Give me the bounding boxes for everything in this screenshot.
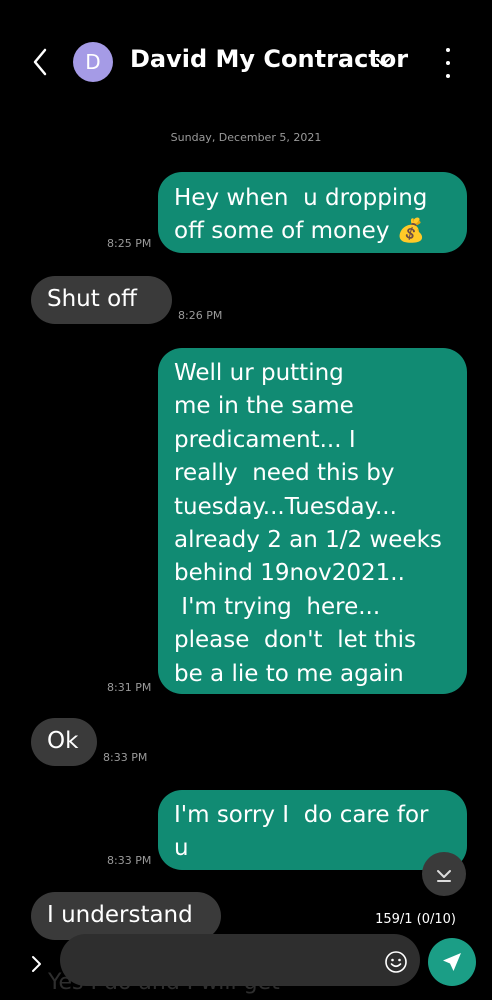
message-input[interactable] [60, 934, 420, 986]
send-icon [443, 953, 461, 971]
smiley-icon [385, 951, 407, 973]
date-separator: Sunday, December 5, 2021 [170, 131, 322, 144]
message-bubble-incoming[interactable]: Shut off [31, 276, 172, 324]
message-time: 8:25 PM [107, 237, 152, 250]
chevron-left-icon [33, 48, 47, 76]
arrow-down-icon [437, 870, 451, 882]
avatar[interactable]: D [73, 42, 113, 82]
message-bubble-outgoing[interactable]: I'm sorry I do care for u [158, 790, 467, 870]
message-bubble-outgoing[interactable]: Hey when u dropping off some of money 💰 [158, 172, 467, 253]
conversation-header: D David My Contractor [0, 0, 492, 124]
message-bubble-outgoing[interactable]: Well ur putting me in the same predicame… [158, 348, 467, 694]
more-options-button[interactable] [436, 48, 460, 78]
contact-name[interactable]: David My Contractor [130, 45, 408, 73]
back-button[interactable] [24, 44, 56, 80]
message-bubble-incoming[interactable]: Ok [31, 718, 97, 766]
message-time: 8:31 PM [107, 681, 152, 694]
emoji-button[interactable] [384, 950, 408, 974]
chevron-down-icon [376, 58, 390, 66]
scroll-to-bottom-button[interactable] [422, 852, 466, 896]
more-vertical-icon [446, 48, 450, 52]
chevron-right-icon [32, 956, 41, 972]
contact-dropdown-button[interactable] [372, 52, 394, 72]
send-button[interactable] [428, 938, 476, 986]
message-time: 8:33 PM [103, 751, 148, 764]
message-time: 8:26 PM [178, 309, 223, 322]
expand-attachments-button[interactable] [24, 952, 48, 976]
character-counter: 159/1 (0/10) [375, 912, 456, 927]
message-time: 8:33 PM [107, 854, 152, 867]
